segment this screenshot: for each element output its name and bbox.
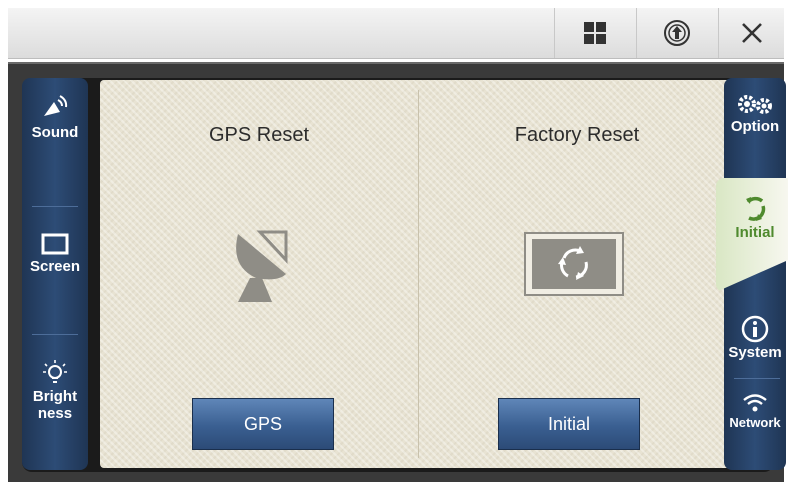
gears-icon — [738, 95, 772, 114]
nav-item-option[interactable]: Option — [724, 92, 786, 135]
grid-icon — [584, 22, 606, 44]
satellite-dish-icon — [236, 230, 288, 302]
refresh-icon — [746, 196, 766, 221]
settings-frame: Sound Screen Bright ness GPS Reset GPS F… — [22, 78, 788, 472]
nav-label-sound: Sound — [31, 124, 79, 141]
left-nav: Sound Screen Bright ness — [22, 78, 88, 470]
nav-item-screen[interactable]: Screen — [22, 232, 88, 275]
main-panel: GPS Reset GPS Factory Reset Initial — [100, 80, 736, 468]
wifi-icon — [743, 394, 767, 412]
initial-button[interactable]: Initial — [498, 398, 640, 450]
nav-label-screen: Screen — [29, 258, 81, 275]
screen-icon — [41, 233, 69, 255]
nav-item-network[interactable]: Network — [724, 392, 786, 431]
nav-label-system: System — [728, 344, 782, 361]
nav-divider — [32, 334, 78, 335]
device-frame: Sound Screen Bright ness GPS Reset GPS F… — [8, 62, 788, 482]
nav-item-system[interactable]: System — [724, 314, 786, 361]
nav-label-initial: Initial — [735, 224, 775, 241]
nav-item-brightness[interactable]: Bright ness — [22, 358, 88, 422]
apps-grid-button[interactable] — [554, 8, 635, 58]
title-bar — [8, 8, 784, 59]
lightbulb-icon — [43, 360, 67, 383]
nav-divider — [32, 206, 78, 207]
nav-item-initial[interactable]: Initial — [724, 194, 786, 241]
close-icon — [742, 23, 762, 43]
factory-reset-title: Factory Reset — [514, 124, 640, 146]
nav-item-sound[interactable]: Sound — [22, 94, 88, 141]
speaker-icon — [44, 95, 68, 116]
close-button[interactable] — [718, 8, 785, 58]
factory-reset-icon — [524, 232, 624, 296]
nav-divider — [734, 378, 780, 379]
arrow-up-circle-icon — [664, 20, 690, 46]
info-icon — [741, 315, 769, 343]
nav-label-brightness-2: ness — [37, 405, 73, 422]
nav-label-option: Option — [730, 118, 780, 135]
nav-label-network: Network — [729, 415, 781, 430]
gps-reset-title: GPS Reset — [208, 124, 310, 146]
gps-button[interactable]: GPS — [192, 398, 334, 450]
nav-label-brightness-1: Bright — [32, 388, 78, 405]
navigation-button[interactable] — [636, 8, 717, 58]
